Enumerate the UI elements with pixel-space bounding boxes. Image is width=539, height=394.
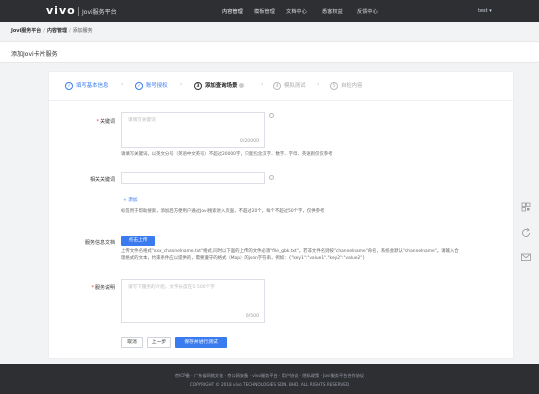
breadcrumb-item-content[interactable]: 内容管理 <box>47 28 67 34</box>
step-label: 模拟测试 <box>284 83 306 89</box>
refresh-icon[interactable] <box>519 226 533 240</box>
info-icon[interactable] <box>269 175 274 180</box>
required-mark: * <box>91 285 94 291</box>
step-simulation-test: 4 模拟测试 <box>273 81 306 90</box>
qr-code-icon[interactable] <box>519 200 533 214</box>
nav-content-management[interactable]: 内容管理 <box>222 8 243 15</box>
description-counter: 0/500 <box>245 314 259 319</box>
step-number-icon: 3 <box>194 81 202 90</box>
description-placeholder: 请写下服务的介绍，文字长度在5-500个字 <box>128 285 215 290</box>
step-account-auth[interactable]: ✓ 账号授权 <box>135 81 168 90</box>
keyword-textarea[interactable]: 请填写关键词 0/20000 <box>121 112 265 148</box>
platform-name: Jovi服务平台 <box>82 9 117 16</box>
chevron-right-icon: › <box>317 81 320 88</box>
breadcrumb-item-home[interactable]: Jovi服务平台 <box>11 28 41 34</box>
previous-step-button[interactable]: 上一步 <box>147 337 171 348</box>
chevron-right-icon: › <box>261 81 264 88</box>
page-header: 添加Jovi卡片服务 <box>0 41 539 63</box>
related-keywords-label: 相关关键词 <box>89 177 115 183</box>
step-label: 账号授权 <box>146 83 168 89</box>
step-self-check: 5 自检内容 <box>330 81 363 90</box>
step-number-icon: 4 <box>273 81 281 90</box>
description-textarea[interactable]: 请写下服务的介绍，文字长度在5-500个字 0/500 <box>121 279 265 323</box>
nav-benefits[interactable]: 悉客权益 <box>322 8 343 15</box>
description-label: *服务说明 <box>91 285 115 291</box>
vivo-logo[interactable]: vivo <box>46 4 76 17</box>
chevron-right-icon: › <box>180 81 183 88</box>
keyword-label: *关键词 <box>96 119 115 125</box>
top-navbar: vivo Jovi服务平台 内容管理 模板管理 文档中心 悉客权益 反馈中心 t… <box>0 0 539 22</box>
step-label: 填写基本信息 <box>76 83 109 89</box>
form-panel: ✓ 填写基本信息 › ✓ 账号授权 › 3 添加查询场景 › 4 模拟测试 › 5 自检内… <box>48 71 514 359</box>
keyword-hint: 请填写关键词，以英文分号（英语中文英号）不超过20000字，只能包含汉字、数字、… <box>121 152 333 157</box>
chevron-right-icon: › <box>121 81 124 88</box>
keyword-counter: 0/20000 <box>239 139 259 144</box>
upload-button[interactable]: 点击上传 <box>121 236 155 246</box>
step-basic-info[interactable]: ✓ 填写基本信息 <box>65 81 108 90</box>
mail-icon[interactable] <box>519 250 533 264</box>
page-title: 添加Jovi卡片服务 <box>11 51 58 58</box>
check-icon: ✓ <box>135 81 143 90</box>
check-icon: ✓ <box>65 81 73 90</box>
user-menu[interactable]: test ▾ <box>478 8 492 14</box>
nav-template-management[interactable]: 模板管理 <box>254 8 275 15</box>
save-and-test-button[interactable]: 保存并进行测试 <box>175 337 227 348</box>
step-number-icon: 5 <box>330 81 338 90</box>
page-footer: 京ICP备 · 广东省网络文化 · 京公网安备 · vivo服务平台 · 用户协… <box>0 364 539 394</box>
nav-feedback-center[interactable]: 反馈中心 <box>357 8 378 15</box>
keyword-placeholder: 请填写关键词 <box>128 118 156 123</box>
logo-divider <box>78 7 79 16</box>
info-icon[interactable] <box>269 113 274 118</box>
footer-copyright: COPYRIGHT © 2018 vivo TECHNOLOGIES SDN. … <box>189 382 350 387</box>
upload-hint: 上传文件名格式"xxx_channelname.txt"格式,同时以下面的上传的… <box>121 249 459 261</box>
step-add-scenario: 3 添加查询场景 <box>194 81 245 90</box>
add-keyword-link[interactable]: + 添加 <box>123 197 138 203</box>
step-progress: ✓ 填写基本信息 › ✓ 账号授权 › 3 添加查询场景 › 4 模拟测试 › 5 自检内… <box>49 72 513 101</box>
footer-links[interactable]: 京ICP备 · 广东省网络文化 · 京公网安备 · vivo服务平台 · 用户协… <box>0 373 539 379</box>
help-icon[interactable] <box>239 83 245 88</box>
related-keywords-input[interactable] <box>121 172 265 184</box>
service-doc-label: 服务信息文档 <box>84 240 115 246</box>
nav-doc-center[interactable]: 文档中心 <box>286 8 307 15</box>
related-keywords-hint: 标签用于帮助搜索，添加后方便用户通过Jovi搜索进入页面，不超过20个，每个不超… <box>121 209 325 214</box>
breadcrumb: Jovi服务平台 / 内容管理 / 添加服务 <box>11 27 93 37</box>
step-label: 自检内容 <box>341 83 363 89</box>
required-mark: * <box>96 119 99 125</box>
cancel-button[interactable]: 取消 <box>121 337 143 348</box>
step-label: 添加查询场景 <box>205 83 238 89</box>
breadcrumb-item-current: 添加服务 <box>72 28 93 34</box>
